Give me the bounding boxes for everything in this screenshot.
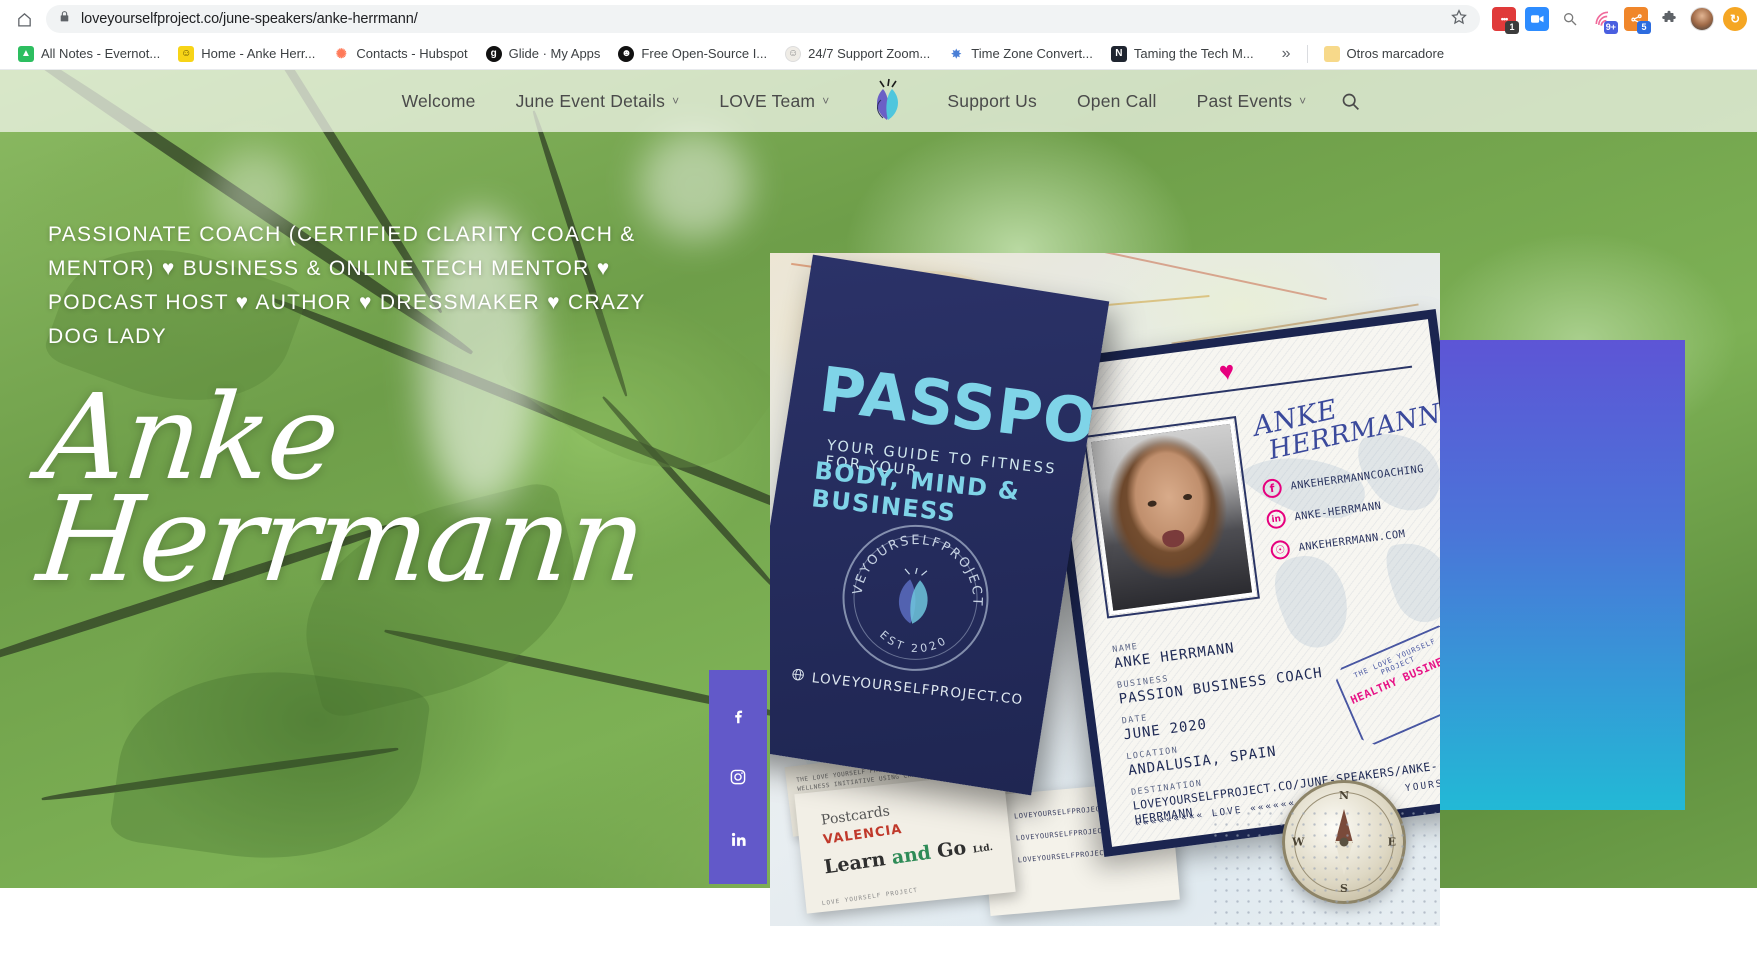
bookmark-label: Time Zone Convert... — [971, 46, 1093, 61]
glide-icon: g — [485, 45, 502, 62]
ext-search-gray-icon[interactable] — [1558, 7, 1582, 31]
hero-name-line2: Herrmann — [32, 469, 651, 608]
support-icon: ☺ — [785, 45, 802, 62]
postcard-valencia: Postcards VALENCIA Learn and Go Ltd. LOV… — [794, 772, 1016, 914]
bookmark-label: Home - Anke Herr... — [201, 46, 316, 61]
star-icon[interactable] — [1450, 8, 1468, 31]
passport-title: PASSPORT — [815, 352, 1110, 470]
ext-orange-circle-icon[interactable]: ↻ — [1723, 7, 1747, 31]
extensions-tray: ••• 1 9+ 5 ↻ — [1488, 7, 1747, 34]
search-icon[interactable] — [1326, 91, 1375, 112]
svg-text:EST 2020: EST 2020 — [876, 628, 951, 659]
heart-icon: ♥ — [1217, 354, 1237, 387]
lock-icon — [58, 10, 71, 28]
passport-cover-url-text: LOVEYOURSELFPROJECT.CO — [811, 670, 1024, 709]
hero-name: Anke Herrmann — [25, 368, 678, 608]
social-share-rail — [709, 670, 767, 884]
browser-chrome: loveyourselfproject.co/june-speakers/ank… — [0, 0, 1757, 70]
passport-seal: #LOVEYOURSELFPROJECTVLC EST 2020 — [836, 518, 995, 677]
face-icon: ☻ — [618, 45, 635, 62]
postcard-sub-b: Go — [935, 836, 968, 863]
nav-label: June Event Details — [515, 90, 666, 111]
site-navigation: Welcome June Event Details ˅ LOVE Team ˅… — [0, 70, 1757, 132]
seal-leaf-icon — [877, 565, 954, 631]
bookmark-other-bookmarks[interactable]: Otros marcadore — [1316, 42, 1453, 66]
instagram-icon[interactable] — [709, 746, 767, 808]
browser-toolbar: loveyourselfproject.co/june-speakers/ank… — [0, 0, 1757, 38]
bookmark-label: Taming the Tech M... — [1133, 46, 1254, 61]
id-social-handle: ANKEHERRMANN.COM — [1297, 527, 1407, 554]
nav-item-welcome[interactable]: Welcome — [382, 91, 496, 112]
linkedin-icon: in — [1265, 508, 1287, 530]
id-social-handle: ANKE-HERRMANN — [1293, 499, 1382, 523]
bookmark-label: All Notes - Evernot... — [41, 46, 161, 61]
avatar[interactable] — [1690, 7, 1714, 31]
compass-label-n: N — [1338, 789, 1350, 802]
hero-text-block: PASSIONATE COACH (CERTIFIED CLARITY COAC… — [32, 218, 678, 608]
bookmark-label: Contacts - Hubspot — [356, 46, 468, 61]
nav-label: LOVE Team — [719, 90, 816, 111]
folder-icon — [1323, 45, 1340, 62]
home-icon[interactable] — [10, 5, 38, 33]
chevron-down-icon: ˅ — [822, 94, 830, 108]
nav-item-support-us[interactable]: Support Us — [927, 91, 1057, 112]
globe-icon — [790, 667, 806, 686]
nav-item-open-call[interactable]: Open Call — [1057, 91, 1177, 112]
bookmark-item[interactable]: ☻ Free Open-Source I... — [610, 42, 775, 66]
leaf-logo[interactable] — [865, 78, 911, 124]
address-bar-url[interactable]: loveyourselfproject.co/june-speakers/ank… — [81, 11, 1440, 27]
ext-puzzle-icon[interactable] — [1657, 7, 1681, 31]
bookmark-item[interactable]: g Glide · My Apps — [478, 42, 609, 66]
nav-label: Welcome — [401, 90, 476, 111]
nav-label: Past Events — [1196, 90, 1293, 111]
bookmarks-divider — [1306, 44, 1308, 63]
passport-hero-image: THE LOVE YOURSELF PROJECT IS A COMMUNITY… — [770, 253, 1440, 926]
ext-loom-icon[interactable]: 9+ — [1591, 7, 1618, 34]
bookmark-label: Glide · My Apps — [508, 46, 601, 61]
ext-red-chat-icon[interactable]: ••• 1 — [1492, 7, 1519, 34]
ext-orange-share-icon[interactable]: 5 — [1624, 7, 1651, 34]
chevron-down-icon: ˅ — [672, 94, 680, 108]
linkedin-icon[interactable] — [709, 808, 767, 870]
chevron-down-icon: ˅ — [1299, 94, 1307, 108]
bookmark-item[interactable]: ▲ All Notes - Evernot... — [10, 42, 168, 66]
nav-label: Support Us — [947, 90, 1037, 111]
bookmark-label: Free Open-Source I... — [641, 46, 768, 61]
nav-item-past-events[interactable]: Past Events ˅ — [1177, 91, 1327, 112]
web-page-content: Welcome June Event Details ˅ LOVE Team ˅… — [0, 70, 1757, 973]
bookmark-item[interactable]: ☺ 24/7 Support Zoom... — [777, 42, 938, 66]
evernote-icon: ▲ — [18, 45, 34, 62]
hubspot-icon: ✺ — [335, 45, 347, 61]
bookmark-label: Otros marcadore — [1346, 46, 1445, 61]
bookmarks-overflow-button[interactable]: » — [1274, 43, 1299, 65]
facebook-icon[interactable] — [709, 684, 767, 746]
timezone-icon: ✸ — [951, 46, 962, 61]
facebook-icon: f — [1261, 477, 1283, 500]
notion-icon: N — [1110, 45, 1127, 62]
hero-tagline: PASSIONATE COACH (CERTIFIED CLARITY COAC… — [48, 223, 646, 348]
nav-item-june-event-details[interactable]: June Event Details ˅ — [496, 91, 700, 112]
postcard-sub-a: Learn — [822, 848, 887, 879]
bookmark-item[interactable]: N Taming the Tech M... — [1103, 42, 1262, 66]
postcard-sub-tail: Ltd. — [972, 842, 994, 856]
bookmark-label: 24/7 Support Zoom... — [808, 46, 931, 61]
dotted-grid-decoration — [1210, 808, 1440, 926]
address-bar[interactable]: loveyourselfproject.co/june-speakers/ank… — [46, 5, 1480, 33]
postcard-sub-and: and — [890, 841, 933, 869]
bookmark-item[interactable]: ✺ Contacts - Hubspot — [325, 42, 475, 66]
nav-label: Open Call — [1076, 90, 1157, 111]
passport-id-page: ♥ ANKE HERRMANN f ANKEHERRMANNCOACHING i… — [1039, 309, 1440, 857]
bookmark-item[interactable]: ☺ Home - Anke Herr... — [170, 42, 323, 66]
globe-icon: ☉ — [1269, 539, 1291, 561]
smiley-icon: ☺ — [178, 45, 195, 62]
passport-cover-url: LOVEYOURSELFPROJECT.CO — [790, 667, 1041, 711]
nav-item-love-team[interactable]: LOVE Team ˅ — [699, 91, 849, 112]
passport-photo — [1083, 416, 1261, 619]
bookmarks-bar: ▲ All Notes - Evernot... ☺ Home - Anke H… — [0, 38, 1757, 70]
bookmark-item[interactable]: ✸ Time Zone Convert... — [940, 42, 1101, 66]
ext-zoom-icon[interactable] — [1525, 7, 1549, 31]
